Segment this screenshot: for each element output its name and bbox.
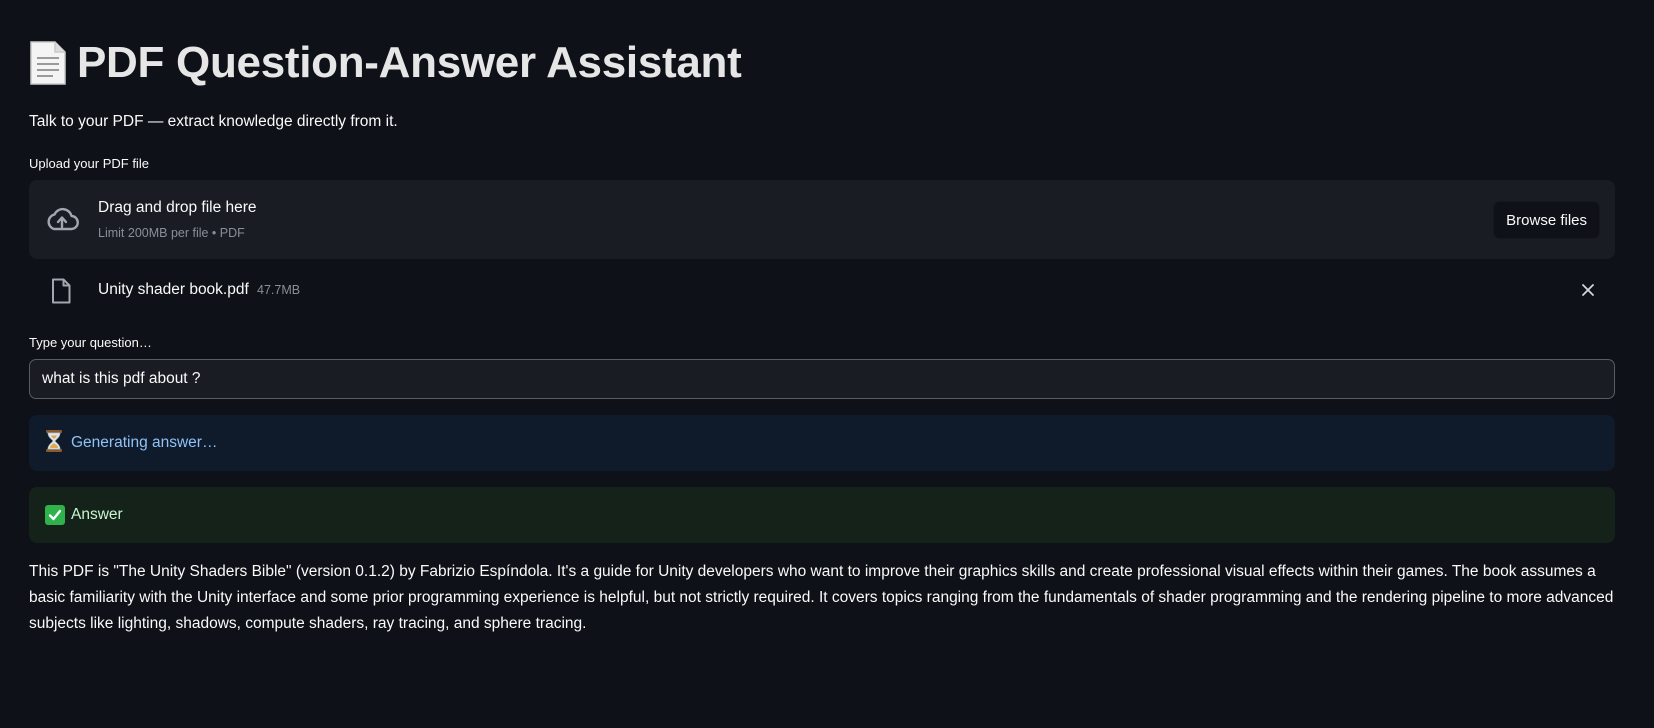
document-icon [29, 40, 67, 86]
check-icon [45, 505, 65, 525]
upload-label: Upload your PDF file [29, 156, 149, 171]
app-page: PDF Question-Answer Assistant Talk to yo… [0, 0, 1654, 728]
dropzone-hint: Limit 200MB per file • PDF [98, 226, 245, 240]
status-info-box: Generating answer… [29, 415, 1615, 471]
header: PDF Question-Answer Assistant [29, 38, 742, 88]
question-label: Type your question… [29, 335, 152, 350]
status-text: Generating answer… [71, 434, 218, 451]
answer-success-box: Answer [29, 487, 1615, 543]
page-subtitle: Talk to your PDF — extract knowledge dir… [29, 113, 398, 130]
answer-text: This PDF is "The Unity Shaders Bible" (v… [29, 563, 1614, 632]
answer-label: Answer [71, 506, 123, 523]
browse-files-button[interactable]: Browse files [1493, 201, 1600, 239]
uploaded-file-item: Unity shader book.pdf 47.7MB [29, 270, 1615, 310]
file-icon [51, 278, 71, 304]
file-dropzone[interactable]: Drag and drop file here Limit 200MB per … [29, 180, 1615, 259]
file-name: Unity shader book.pdf [98, 281, 249, 298]
cloud-upload-icon [44, 202, 80, 238]
dropzone-text: Drag and drop file here [98, 199, 257, 216]
question-input[interactable] [29, 359, 1615, 399]
hourglass-icon [45, 429, 63, 458]
file-size: 47.7MB [257, 283, 301, 297]
remove-file-close-icon[interactable] [1580, 282, 1596, 298]
page-title: PDF Question-Answer Assistant [77, 38, 742, 87]
